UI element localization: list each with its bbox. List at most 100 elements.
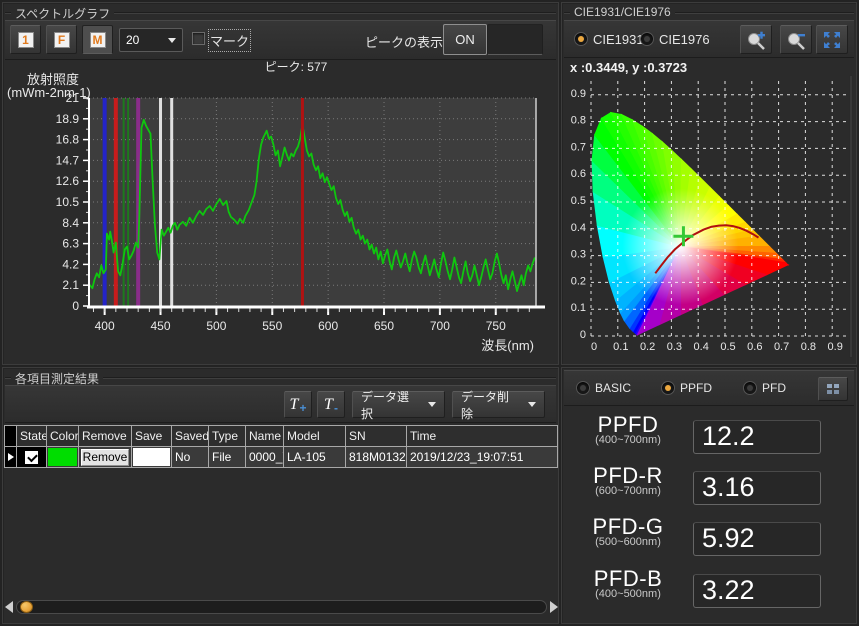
- scroll-left-arrow-icon[interactable]: [5, 601, 13, 613]
- svg-text:0.5: 0.5: [720, 341, 735, 353]
- save-cell[interactable]: [132, 447, 172, 468]
- row-selector-cell[interactable]: [5, 447, 17, 468]
- svg-text:0.9: 0.9: [571, 88, 586, 100]
- zoom-in-button[interactable]: [740, 25, 772, 54]
- svg-text:0.1: 0.1: [571, 302, 586, 314]
- svg-text:0.3: 0.3: [667, 341, 682, 353]
- spectrum-panel: スペクトルグラフ 1 F M 20 マーク ピークの表示 ON ピーク: 577…: [2, 2, 559, 365]
- minus-icon: -: [334, 401, 338, 415]
- pfd-r-label: PFD-R (600~700nm): [567, 465, 689, 497]
- pfd-radio-label[interactable]: PFD: [762, 381, 786, 395]
- data-select-dropdown[interactable]: データ選択: [352, 391, 445, 418]
- measure-mode-bar: BASIC PPFD PFD: [564, 370, 854, 406]
- horizontal-scrollbar: [5, 598, 558, 616]
- model-cell: LA-105: [284, 447, 346, 468]
- pfd-b-value: 3.22: [693, 574, 821, 608]
- svg-text:0.7: 0.7: [571, 141, 586, 153]
- graph-mode-m-button[interactable]: M: [82, 25, 113, 54]
- pfd-g-value: 5.92: [693, 522, 821, 556]
- svg-text:0.8: 0.8: [571, 115, 586, 127]
- chevron-down-icon: [168, 38, 176, 43]
- header-saved: Saved: [172, 426, 209, 447]
- svg-text:500: 500: [206, 319, 226, 333]
- zoom-in-icon: [745, 29, 767, 51]
- data-delete-dropdown[interactable]: データ削除: [452, 391, 545, 418]
- color-cell[interactable]: [47, 447, 79, 468]
- time-cell: 2019/12/23_19:07:51: [407, 447, 558, 468]
- cie1931-radio-label[interactable]: CIE1931: [593, 32, 644, 47]
- svg-text:0.5: 0.5: [571, 195, 586, 207]
- svg-text:0: 0: [72, 299, 79, 313]
- font-increase-button[interactable]: T +: [284, 391, 312, 418]
- graph-mode-f-button[interactable]: F: [46, 25, 77, 54]
- basic-radio-label[interactable]: BASIC: [595, 381, 631, 395]
- svg-text:14.7: 14.7: [56, 153, 80, 167]
- display-option-button[interactable]: [818, 377, 848, 401]
- average-count-dropdown[interactable]: 20: [119, 28, 183, 52]
- svg-text:0.1: 0.1: [613, 341, 628, 353]
- svg-text:0: 0: [591, 341, 597, 353]
- cie1976-radio-label[interactable]: CIE1976: [659, 32, 710, 47]
- chevron-down-icon: [528, 402, 536, 407]
- svg-text:0.7: 0.7: [774, 341, 789, 353]
- data-delete-label: データ削除: [461, 388, 520, 422]
- graph-mode-1-button[interactable]: 1: [10, 25, 41, 54]
- svg-text:0.4: 0.4: [571, 222, 586, 234]
- name-cell: 0000_Y: [246, 447, 284, 468]
- fit-view-button[interactable]: [816, 25, 848, 54]
- pfd-b-label: PFD-B (400~500nm): [567, 568, 689, 600]
- pfd-b-label-text: PFD-B: [567, 568, 689, 590]
- mark-checkbox[interactable]: [192, 32, 205, 45]
- remove-button[interactable]: Remove: [81, 449, 129, 466]
- peak-display-on-button[interactable]: ON: [443, 24, 487, 55]
- svg-text:0.9: 0.9: [828, 341, 843, 353]
- cie-panel-title: CIE1931/CIE1976: [570, 5, 675, 19]
- zoom-out-button[interactable]: [780, 25, 812, 54]
- scrollbar-track[interactable]: [16, 600, 547, 614]
- svg-text:650: 650: [374, 319, 394, 333]
- svg-text:0: 0: [580, 329, 586, 341]
- svg-text:0.8: 0.8: [801, 341, 816, 353]
- scrollbar-thumb[interactable]: [20, 601, 33, 613]
- state-checkbox[interactable]: [24, 450, 39, 465]
- cie1931-radio[interactable]: [574, 32, 588, 46]
- pfd-radio[interactable]: [743, 381, 757, 395]
- svg-text:0.2: 0.2: [640, 341, 655, 353]
- ppfd-range-text: (400~700nm): [567, 434, 689, 446]
- saved-cell: No: [172, 447, 209, 468]
- graph-mode-1-icon: 1: [18, 32, 34, 48]
- peak-display-off-button[interactable]: [487, 24, 543, 55]
- ppfd-value: 12.2: [693, 420, 821, 454]
- header-time: Time: [407, 426, 558, 447]
- ppfd-radio[interactable]: [661, 381, 675, 395]
- header-color: Color: [47, 426, 79, 447]
- remove-cell: Remove: [79, 447, 132, 468]
- svg-text:600: 600: [318, 319, 338, 333]
- cie1976-radio[interactable]: [640, 32, 654, 46]
- pfd-g-label: PFD-G (500~600nm): [567, 516, 689, 548]
- data-select-label: データ選択: [361, 388, 420, 422]
- cie-panel-scrollbar[interactable]: [849, 75, 853, 358]
- svg-text:6.3: 6.3: [62, 237, 79, 251]
- svg-text:波長(nm): 波長(nm): [481, 338, 534, 353]
- ppfd-label-text: PPFD: [567, 414, 689, 436]
- ppfd-radio-label[interactable]: PPFD: [680, 381, 712, 395]
- scroll-right-arrow-icon[interactable]: [550, 601, 558, 613]
- basic-radio[interactable]: [576, 381, 590, 395]
- results-toolbar: T + T - データ選択 データ削除: [5, 385, 556, 423]
- header-sn: SN: [346, 426, 407, 447]
- cie-diagram: 000.10.10.20.20.30.30.40.40.50.50.60.60.…: [562, 73, 858, 364]
- mark-checkbox-label[interactable]: マーク: [210, 31, 249, 50]
- results-panel: 各項目測定結果 T + T - データ選択 データ削除 State Color …: [2, 367, 559, 624]
- header-selector-cell: [5, 426, 17, 447]
- pfd-b-range-text: (400~500nm): [567, 588, 689, 600]
- table-row[interactable]: Remove No File 0000_Y LA-105 818M0132 20…: [5, 447, 558, 468]
- svg-text:10.5: 10.5: [56, 195, 80, 209]
- spectrum-chart: 02.14.26.38.410.512.614.716.818.92140045…: [3, 59, 559, 364]
- sn-cell: 818M0132: [346, 447, 407, 468]
- graph-mode-f-icon: F: [54, 32, 70, 48]
- font-decrease-button[interactable]: T -: [317, 391, 345, 418]
- chromaticity-coords: x :0.3449, y :0.3723: [570, 60, 687, 75]
- zoom-out-icon: [785, 29, 807, 51]
- pfd-r-range-text: (600~700nm): [567, 485, 689, 497]
